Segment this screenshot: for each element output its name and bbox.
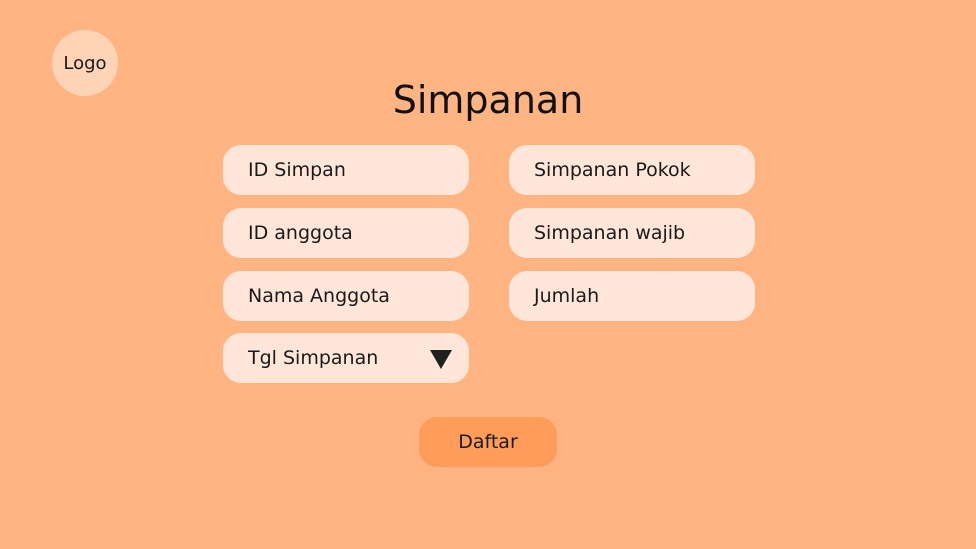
daftar-button[interactable]: Daftar: [419, 417, 557, 467]
field-label: Simpanan Pokok: [534, 159, 691, 181]
id-simpan-field[interactable]: ID Simpan: [223, 145, 469, 195]
logo-label: Logo: [63, 52, 107, 74]
tgl-simpanan-dropdown[interactable]: Tgl Simpanan: [223, 333, 469, 383]
page-title: Simpanan: [392, 78, 584, 122]
field-label: ID Simpan: [248, 159, 346, 181]
field-label: ID anggota: [248, 222, 353, 244]
caret-down-icon[interactable]: [430, 350, 452, 369]
simpanan-wajib-field[interactable]: Simpanan wajib: [509, 208, 755, 258]
jumlah-field[interactable]: Jumlah: [509, 271, 755, 321]
field-label: Nama Anggota: [248, 285, 390, 307]
field-label: Jumlah: [534, 285, 600, 307]
nama-anggota-field[interactable]: Nama Anggota: [223, 271, 469, 321]
id-anggota-field[interactable]: ID anggota: [223, 208, 469, 258]
field-label: Simpanan wajib: [534, 222, 686, 244]
field-label: Tgl Simpanan: [248, 347, 379, 369]
simpanan-pokok-field[interactable]: Simpanan Pokok: [509, 145, 755, 195]
